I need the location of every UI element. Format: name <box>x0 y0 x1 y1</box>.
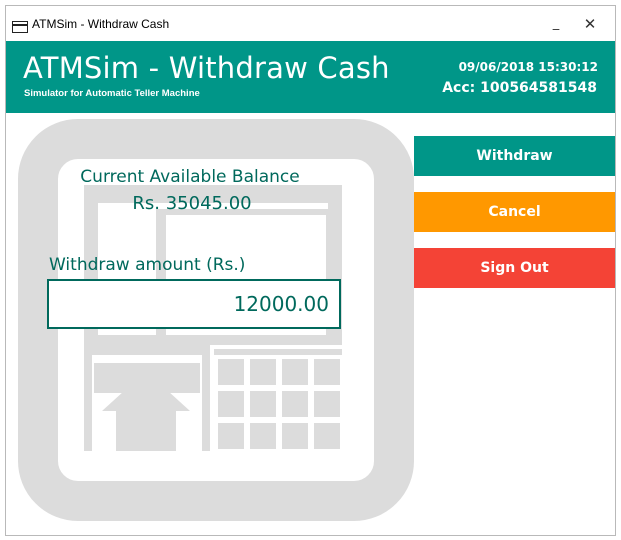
cancel-button[interactable]: Cancel <box>414 192 615 232</box>
balance-label: Current Available Balance <box>80 167 300 187</box>
withdraw-amount-input[interactable] <box>47 279 341 329</box>
app-card-icon <box>12 18 28 33</box>
page-title: ATMSim - Withdraw Cash <box>23 51 390 85</box>
window-title: ATMSim - Withdraw Cash <box>32 16 170 31</box>
balance-value: Rs. 35045.00 <box>132 193 252 214</box>
sign-out-button[interactable]: Sign Out <box>414 248 615 288</box>
account-number-label: Acc: 100564581548 <box>442 80 597 96</box>
page-subtitle: Simulator for Automatic Teller Machine <box>24 88 200 99</box>
datetime-label: 09/06/2018 15:30:12 <box>458 60 598 74</box>
app-window: ATMSim - Withdraw Cash _ ✕ ATMSim - With… <box>5 5 616 536</box>
title-bar: ATMSim - Withdraw Cash _ ✕ <box>6 6 615 41</box>
withdraw-amount-label: Withdraw amount (Rs.) <box>49 255 246 275</box>
app-header: ATMSim - Withdraw Cash Simulator for Aut… <box>6 41 615 113</box>
close-button[interactable]: ✕ <box>573 6 607 41</box>
withdraw-button[interactable]: Withdraw <box>414 136 615 176</box>
minimize-button[interactable]: _ <box>539 6 573 41</box>
